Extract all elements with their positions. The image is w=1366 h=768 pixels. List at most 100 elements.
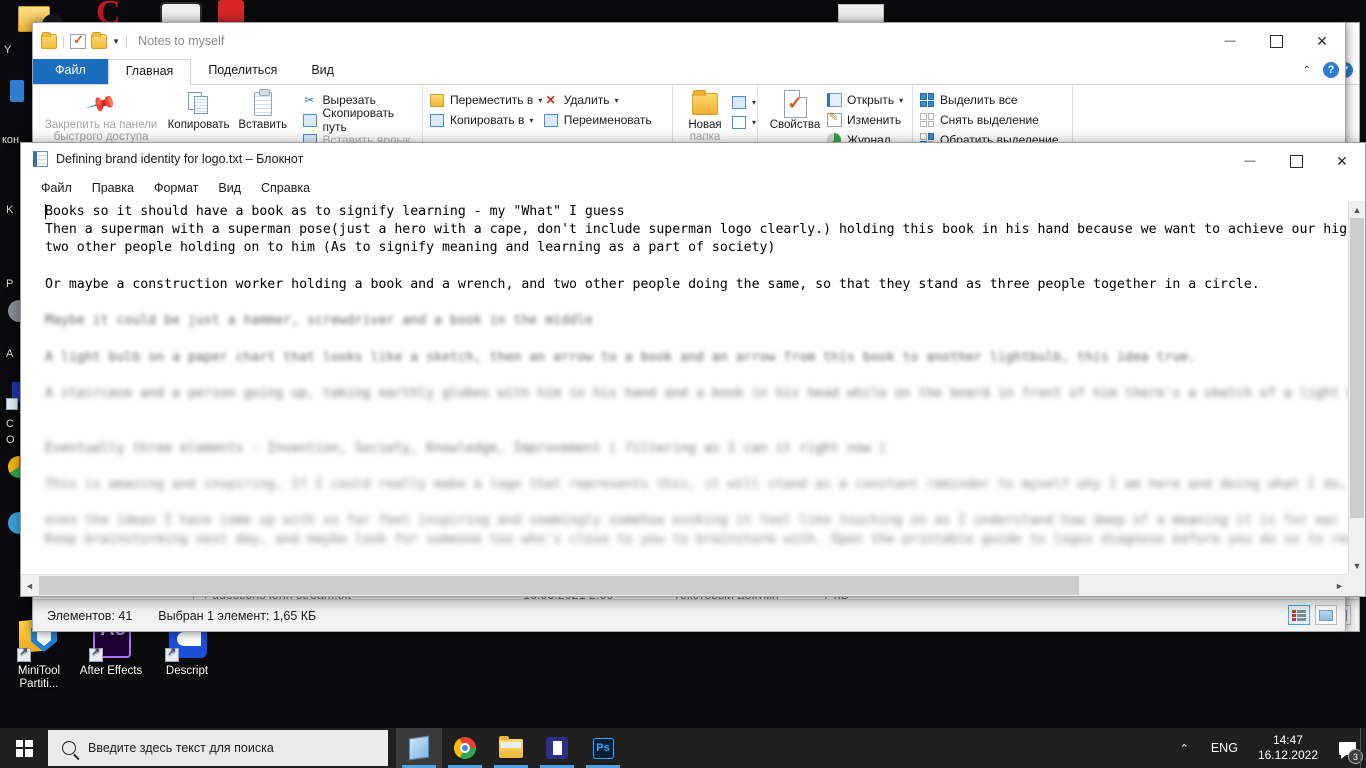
paste-button[interactable]: Вставить — [234, 89, 292, 131]
taskbar-figma[interactable] — [534, 728, 580, 768]
taskbar-photoshop[interactable]: Ps — [580, 728, 626, 768]
explorer-title: Notes to myself — [138, 34, 225, 48]
taskbar-notepad[interactable] — [396, 728, 442, 768]
chevron-up-icon[interactable]: ⌃ — [1303, 65, 1311, 76]
scroll-left-icon[interactable]: ◄ — [21, 575, 38, 596]
copy-path-button[interactable]: Скопировать путь — [302, 106, 417, 134]
notepad-titlebar[interactable]: Defining brand identity for logo.txt – Б… — [21, 143, 1365, 175]
large-icons-view-icon[interactable] — [1315, 605, 1337, 625]
horizontal-scrollbar-thumb[interactable] — [39, 576, 1079, 595]
close-icon[interactable] — [1319, 143, 1365, 179]
text-line — [45, 403, 1348, 421]
ribbon-group-open: Свойства Открыть ▾ Изменить Журнал — [758, 85, 913, 146]
view-mode-buttons[interactable] — [1288, 605, 1337, 625]
text-line: two other people holding on to him (As t… — [45, 240, 776, 256]
new-folder-button[interactable]: Новая папка — [679, 89, 731, 143]
figma-icon — [546, 737, 568, 759]
language-indicator[interactable]: ENG — [1201, 741, 1248, 755]
quick-access-toolbar[interactable]: | ▼ | — [41, 31, 128, 49]
maximize-icon[interactable] — [1273, 143, 1319, 179]
clock[interactable]: 14:47 16.12.2022 — [1248, 733, 1328, 763]
menu-help[interactable]: Справка — [251, 178, 320, 198]
menu-edit[interactable]: Правка — [82, 178, 144, 198]
notepad-icon — [33, 151, 48, 167]
start-button[interactable] — [0, 728, 48, 768]
move-to-button[interactable]: Переместить в ▾ — [429, 91, 543, 109]
menu-view[interactable]: Вид — [208, 178, 251, 198]
notepad-title: Defining brand identity for logo.txt – Б… — [56, 152, 304, 166]
explorer-ribbon: 📌 Закрепить на панели быстрого доступа К… — [33, 85, 1345, 147]
help-icon[interactable]: ? — [1323, 62, 1339, 78]
taskbar-chrome[interactable] — [442, 728, 488, 768]
rename-button[interactable]: Переименовать — [543, 111, 666, 129]
vertical-scrollbar-thumb[interactable] — [1350, 218, 1364, 518]
easy-access-button[interactable]: ▾ — [731, 113, 756, 131]
vertical-scrollbar[interactable]: ▲ ▼ — [1348, 201, 1365, 574]
tab-share[interactable]: Поделиться — [191, 59, 294, 84]
notepad-window[interactable]: Defining brand identity for logo.txt – Б… — [20, 142, 1366, 597]
notepad-menubar[interactable]: Файл Правка Формат Вид Справка — [21, 175, 1365, 201]
open-button[interactable]: Открыть ▾ — [826, 91, 903, 109]
search-input[interactable]: Введите здесь текст для поиска — [48, 730, 388, 766]
scroll-down-icon[interactable]: ▼ — [1349, 557, 1365, 574]
notepad-window-controls[interactable] — [1227, 143, 1365, 179]
copy-button[interactable]: Копировать — [163, 89, 234, 131]
edit-button[interactable]: Изменить — [826, 110, 903, 129]
minimize-icon[interactable] — [1227, 143, 1273, 179]
show-desktop-button[interactable] — [1360, 728, 1366, 768]
properties-button[interactable]: Свойства — [764, 89, 826, 131]
desktop-icon-label: After Effects — [79, 665, 143, 677]
chevron-down-icon: ▾ — [614, 95, 619, 105]
tab-file[interactable]: Файл — [33, 59, 108, 84]
select-all-button[interactable]: Выделить все — [919, 91, 1059, 109]
pin-to-quick-access-button[interactable]: 📌 Закрепить на панели быстрого доступа — [39, 89, 163, 143]
horizontal-scrollbar[interactable]: ◄ ► — [21, 574, 1348, 596]
new-folder-icon[interactable] — [91, 31, 108, 49]
clock-date: 16.12.2022 — [1257, 748, 1318, 762]
new-item-button[interactable]: ▾ — [731, 93, 756, 111]
text-line: Books so it should have a book as to sig… — [45, 204, 625, 219]
menu-file[interactable]: Файл — [31, 178, 82, 198]
desktop-icon-label: MiniTool Partiti... — [17, 665, 61, 690]
clipboard-small-commands: ✂ Вырезать Скопировать путь Вставить ярл… — [302, 89, 417, 146]
text-line: Keep brainstorming next day, and maybe l… — [45, 531, 1348, 547]
open-notepad-icon — [826, 93, 842, 108]
notepad-text-area[interactable]: Books so it should have a book as to sig… — [21, 201, 1348, 574]
shortcut-overlay-icon — [89, 646, 103, 662]
status-selection: Выбран 1 элемент: 1,65 КБ — [158, 608, 317, 623]
explorer-titlebar[interactable]: | ▼ | Notes to myself — [33, 23, 1345, 59]
explorer-ribbon-tabs[interactable]: Файл Главная Поделиться Вид ⌃ ? — [33, 59, 1345, 85]
details-view-icon[interactable] — [1288, 605, 1310, 625]
file-explorer-icon — [499, 735, 523, 758]
delete-button[interactable]: ✕ Удалить ▾ — [543, 91, 666, 109]
text-caret — [45, 204, 46, 219]
minimize-icon[interactable] — [1207, 23, 1253, 59]
taskbar-file-explorer[interactable] — [488, 728, 534, 768]
pin-icon: 📌 — [84, 88, 118, 121]
system-tray[interactable]: ⌃ ENG 14:47 16.12.2022 3 — [1168, 728, 1366, 768]
select-none-button[interactable]: Снять выделение — [919, 111, 1059, 129]
delete-x-icon: ✕ — [545, 93, 556, 107]
tab-home[interactable]: Главная — [107, 59, 192, 85]
taskbar-app-buttons[interactable]: Ps — [396, 728, 626, 768]
chevron-down-icon[interactable]: ▼ — [112, 37, 120, 46]
chevron-down-icon: ▾ — [752, 97, 757, 107]
taskbar[interactable]: Введите здесь текст для поиска Ps ⌃ ENG … — [0, 728, 1366, 768]
scroll-right-icon[interactable]: ► — [1331, 575, 1348, 596]
scroll-up-icon[interactable]: ▲ — [1349, 201, 1365, 218]
tab-view[interactable]: Вид — [294, 59, 351, 84]
edge-icon-arrow[interactable] — [6, 398, 18, 410]
copy-to-button[interactable]: Копировать в ▾ — [429, 111, 543, 129]
explorer-window-controls[interactable] — [1207, 23, 1345, 59]
menu-format[interactable]: Формат — [144, 178, 208, 198]
google-chrome-icon — [454, 737, 476, 759]
scissors-icon: ✂ — [304, 93, 315, 107]
copy-icon — [167, 89, 230, 119]
edge-icon-doc[interactable] — [10, 80, 24, 102]
maximize-icon[interactable] — [1253, 23, 1299, 59]
close-icon[interactable] — [1299, 23, 1345, 59]
move-to-icon — [429, 93, 445, 108]
folder-icon[interactable] — [41, 31, 57, 49]
show-hidden-icons-icon[interactable]: ⌃ — [1168, 742, 1201, 755]
properties-check-icon[interactable] — [70, 32, 87, 49]
